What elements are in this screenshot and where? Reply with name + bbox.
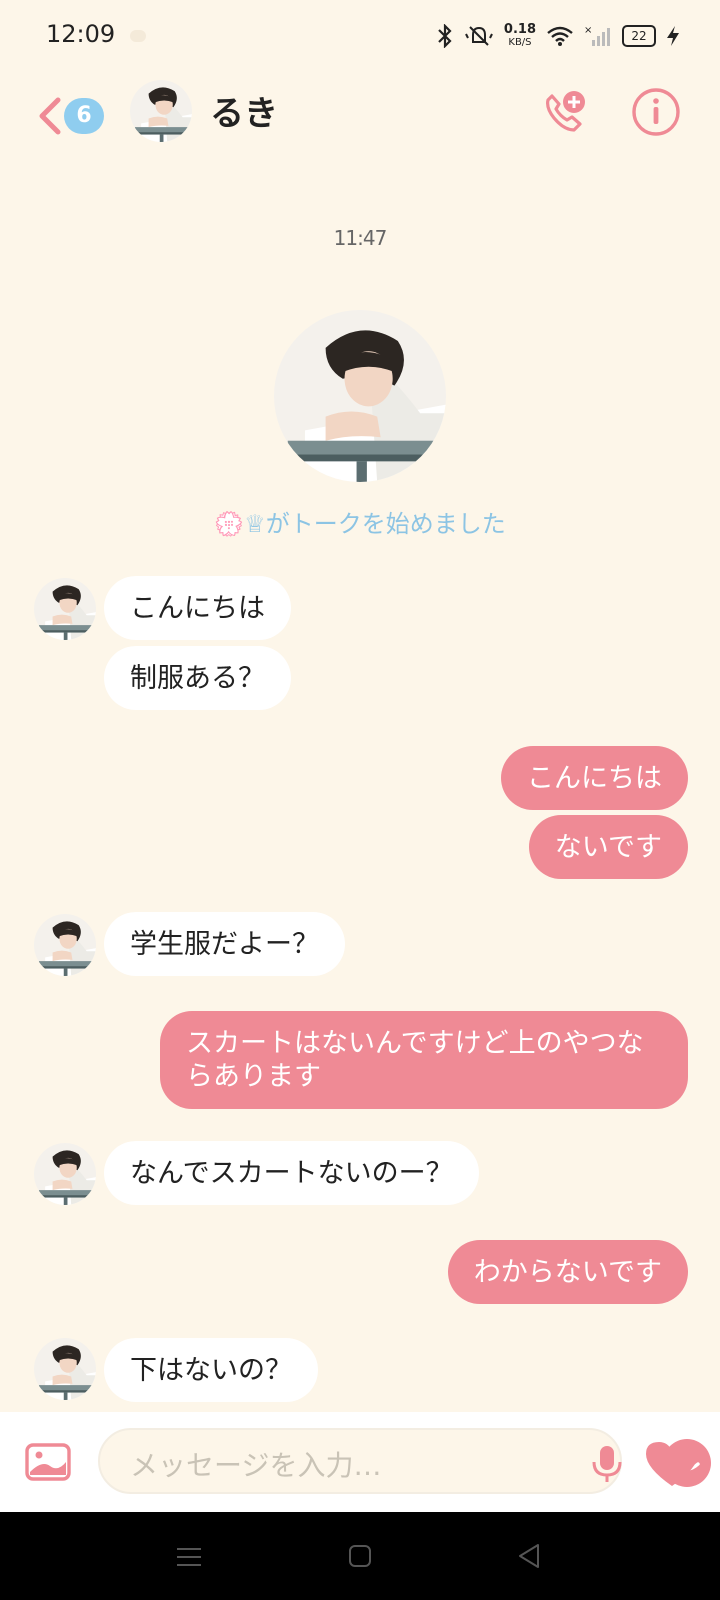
signal-icon: ×	[584, 25, 610, 46]
outgoing-message[interactable]: こんにちは	[501, 746, 688, 810]
network-speed-value: 0.18	[503, 22, 536, 37]
bluetooth-icon	[438, 24, 452, 48]
recents-icon[interactable]	[176, 1546, 202, 1568]
info-button[interactable]	[630, 86, 682, 138]
status-bar: 12:09 0.18 KB/S × 22	[0, 0, 720, 72]
incoming-message[interactable]: こんにちは	[104, 576, 291, 640]
svg-text:×: ×	[584, 25, 592, 36]
nav-back-icon[interactable]	[516, 1542, 542, 1570]
notification-dot-icon	[130, 30, 146, 42]
home-icon[interactable]	[348, 1544, 372, 1568]
voice-button[interactable]	[588, 1444, 626, 1484]
wifi-icon	[547, 26, 573, 46]
message-input-placeholder: メッセージを入力…	[130, 1449, 382, 1482]
chat-timestamp: 11:47	[333, 226, 388, 250]
mute-bell-icon	[465, 26, 493, 46]
battery-indicator: 22	[622, 25, 656, 47]
contact-profile-image[interactable]	[274, 310, 446, 482]
phone-plus-icon	[546, 91, 585, 132]
sender-avatar[interactable]	[34, 578, 96, 640]
heart-button[interactable]	[644, 1440, 700, 1488]
outgoing-message[interactable]: わからないです	[447, 1240, 688, 1304]
outgoing-message[interactable]: スカートはないんですけど上のやつならあります	[160, 1011, 688, 1109]
incoming-message[interactable]: 制服ある？	[104, 646, 291, 710]
heart-icon	[646, 1442, 698, 1486]
message-input-bar: メッセージを入力…	[0, 1412, 720, 1512]
status-time: 12:09	[46, 20, 116, 48]
outgoing-message[interactable]: ないです	[528, 815, 688, 879]
message-input[interactable]: メッセージを入力…	[98, 1428, 711, 1494]
image-button[interactable]	[24, 1442, 72, 1482]
add-call-button[interactable]	[538, 86, 590, 138]
incoming-message[interactable]: 学生服だよー？	[104, 912, 345, 976]
unread-count-badge: 6	[64, 98, 104, 134]
sender-avatar[interactable]	[34, 914, 96, 976]
incoming-message[interactable]: なんでスカートないのー？	[104, 1141, 479, 1205]
network-speed: 0.18 KB/S	[504, 23, 536, 49]
system-nav-bar	[0, 1512, 720, 1600]
incoming-message[interactable]: 下はないの？	[104, 1338, 318, 1402]
sender-avatar[interactable]	[34, 1338, 96, 1400]
charging-icon	[667, 26, 679, 46]
info-icon	[632, 88, 680, 136]
mic-icon	[592, 1446, 622, 1482]
status-icons: 0.18 KB/S × 22	[436, 18, 680, 54]
image-icon	[25, 1443, 71, 1481]
chevron-left-icon	[39, 97, 61, 135]
contact-avatar[interactable]	[130, 80, 192, 142]
network-speed-unit: KB/S	[508, 37, 532, 48]
sender-avatar[interactable]	[34, 1143, 96, 1205]
chat-header: 6 るき	[0, 72, 720, 172]
back-button[interactable]: 6	[36, 92, 106, 140]
chat-started-notice: 💮♕がトークを始めました	[214, 510, 506, 538]
contact-name[interactable]: るき	[210, 86, 278, 135]
